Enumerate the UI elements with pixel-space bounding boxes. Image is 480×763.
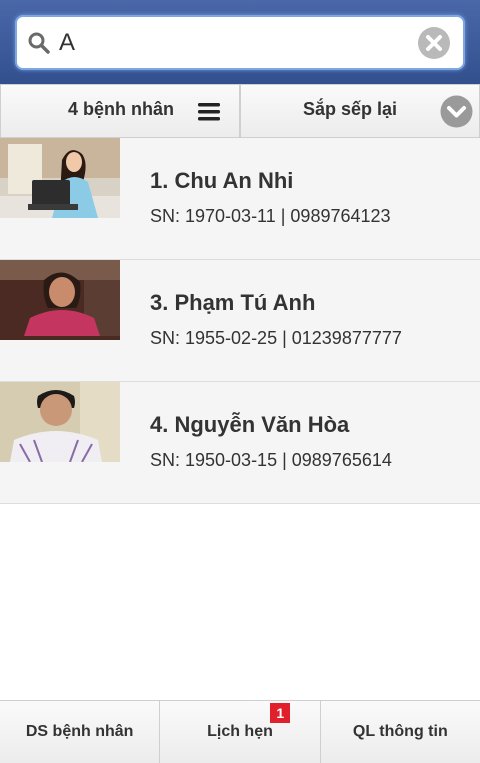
list-item[interactable]: 1. Chu An Nhi SN: 1970-03-11 | 098976412… — [0, 138, 480, 260]
avatar — [0, 138, 120, 218]
sort-label: Sắp sếp lại — [303, 99, 398, 119]
menu-icon — [198, 103, 220, 121]
patient-info: SN: 1950-03-15 | 0989765614 — [150, 450, 392, 470]
patient-count-button[interactable]: 4 bệnh nhân — [0, 84, 240, 138]
nav-patient-list[interactable]: DS bệnh nhân — [0, 701, 161, 763]
nav-label: DS bệnh nhân — [25, 723, 134, 740]
sort-button[interactable]: Sắp sếp lại — [240, 84, 480, 138]
search-box[interactable] — [15, 15, 465, 70]
patient-info: SN: 1970-03-11 | 0989764123 — [150, 206, 391, 226]
nav-label: QL thông tin — [352, 723, 448, 740]
list-item[interactable]: 4. Nguyễn Văn Hòa SN: 1950-03-15 | 09897… — [0, 382, 480, 504]
app-header — [0, 0, 480, 84]
notification-badge: 1 — [270, 703, 291, 723]
list-item[interactable]: 3. Phạm Tú Anh SN: 1955-02-25 | 01239877… — [0, 260, 480, 382]
nav-label: Lịch hẹn — [207, 723, 273, 740]
bottom-nav: DS bệnh nhân Lịch hẹn 1 QL thông tin — [0, 700, 480, 763]
patient-name: 4. Nguyễn Văn Hòa — [150, 412, 350, 437]
search-input[interactable] — [59, 25, 409, 61]
patient-list: 1. Chu An Nhi SN: 1970-03-11 | 098976412… — [0, 138, 480, 504]
toolbar: 4 bệnh nhân Sắp sếp lại — [0, 84, 480, 138]
clear-icon[interactable] — [417, 26, 451, 60]
nav-appointments[interactable]: Lịch hẹn 1 — [160, 701, 321, 763]
nav-info-management[interactable]: QL thông tin — [320, 701, 480, 763]
chevron-down-icon — [440, 95, 473, 128]
avatar — [0, 260, 120, 340]
patient-count-label: 4 bệnh nhân — [68, 99, 175, 119]
avatar — [0, 382, 120, 462]
patient-name: 3. Phạm Tú Anh — [150, 290, 316, 315]
search-icon — [28, 32, 50, 54]
patient-info: SN: 1955-02-25 | 01239877777 — [150, 328, 402, 348]
patient-name: 1. Chu An Nhi — [150, 168, 294, 193]
